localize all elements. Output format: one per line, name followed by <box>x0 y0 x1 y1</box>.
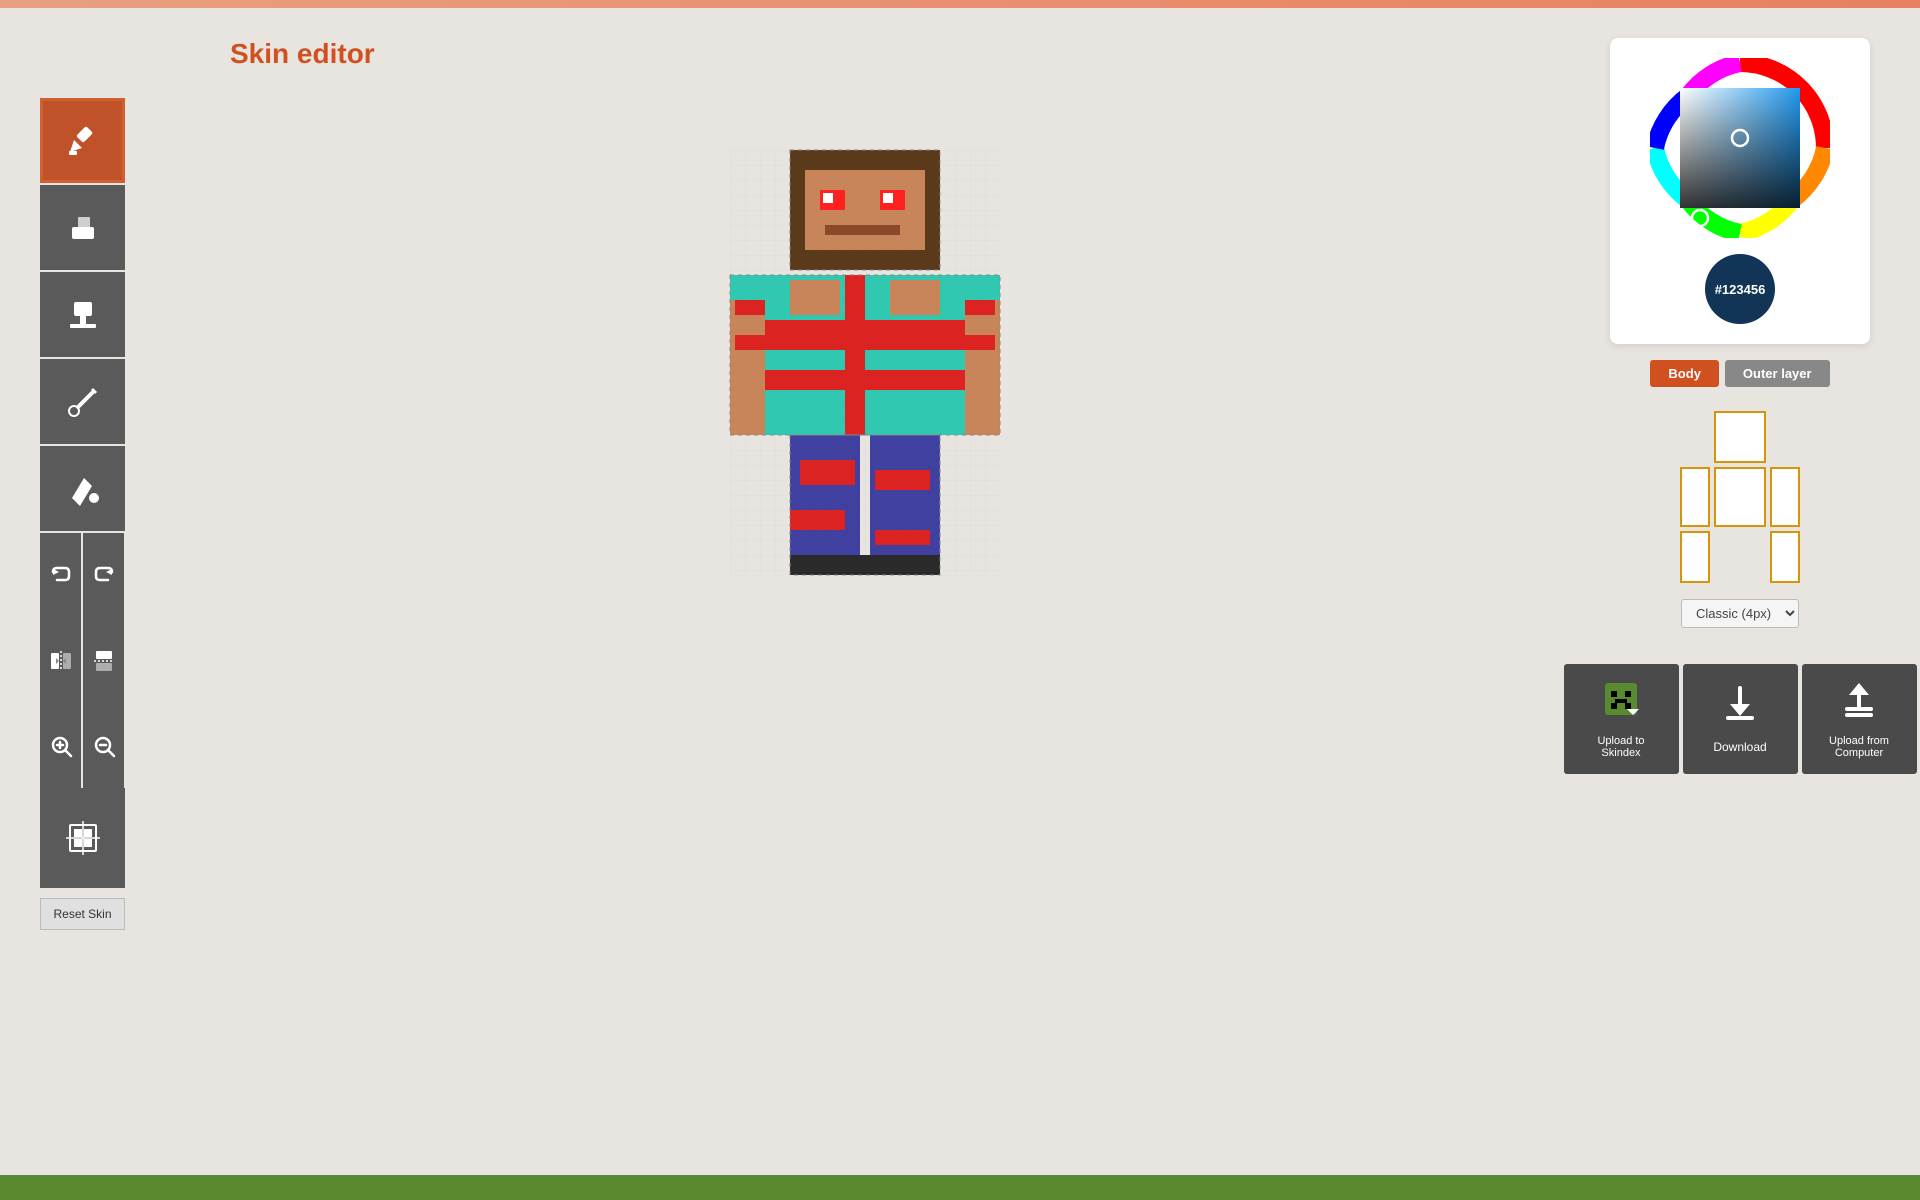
head-row <box>1714 411 1766 463</box>
upload-computer-label: Upload fromComputer <box>1829 735 1889 759</box>
legs-row <box>1680 531 1800 583</box>
head-part[interactable] <box>1714 411 1766 463</box>
torso-part[interactable] <box>1714 467 1766 527</box>
upload-computer-button[interactable]: Upload fromComputer <box>1802 664 1917 774</box>
skin-type-dropdown[interactable]: Classic (4px) Slim (3px) <box>1681 599 1799 628</box>
body-parts-grid <box>1680 411 1800 583</box>
outer-layer-tab[interactable]: Outer layer <box>1725 360 1830 387</box>
undo-redo-pair <box>40 533 130 618</box>
download-label: Download <box>1713 740 1766 754</box>
page-title: Skin editor <box>230 38 375 70</box>
torso-row <box>1680 467 1800 527</box>
eyedropper-tool[interactable] <box>40 359 125 444</box>
layers-button[interactable] <box>40 788 125 888</box>
right-arm-part[interactable] <box>1770 467 1800 527</box>
bottom-bar <box>0 1175 1920 1200</box>
upload-computer-icon <box>1839 679 1879 727</box>
color-preview[interactable]: #123456 <box>1705 254 1775 324</box>
left-arm-part[interactable] <box>1680 467 1710 527</box>
zoom-in-button[interactable] <box>40 703 81 788</box>
action-buttons: Upload toSkindex Download <box>1564 664 1917 774</box>
mirror-h-button[interactable] <box>40 618 81 703</box>
color-wheel[interactable] <box>1650 58 1830 238</box>
mirror-pair <box>40 618 130 703</box>
right-panel: #123456 Body Outer layer <box>1600 38 1880 1170</box>
layer-tabs: Body Outer layer <box>1650 360 1829 387</box>
redo-button[interactable] <box>83 533 124 618</box>
color-wheel-container: #123456 <box>1610 38 1870 344</box>
zoom-pair <box>40 703 130 788</box>
skin-canvas[interactable] <box>625 90 1105 650</box>
toolbar: Reset Skin <box>40 98 130 1170</box>
upload-skindex-icon <box>1601 679 1641 727</box>
undo-button[interactable] <box>40 533 81 618</box>
download-button[interactable]: Download <box>1683 664 1798 774</box>
reset-skin-button[interactable]: Reset Skin <box>40 898 125 930</box>
download-icon <box>1720 684 1760 732</box>
color-hex-value: #123456 <box>1715 282 1766 297</box>
left-leg-part[interactable] <box>1680 531 1710 583</box>
mirror-v-button[interactable] <box>83 618 124 703</box>
upload-skindex-button[interactable]: Upload toSkindex <box>1564 664 1679 774</box>
body-tab[interactable]: Body <box>1650 360 1719 387</box>
stamp-tool[interactable] <box>40 272 125 357</box>
upload-skindex-label: Upload toSkindex <box>1597 735 1644 759</box>
right-leg-part[interactable] <box>1770 531 1800 583</box>
zoom-out-button[interactable] <box>83 703 124 788</box>
top-bar <box>0 0 1920 8</box>
pencil-tool[interactable] <box>40 98 125 183</box>
eraser-tool[interactable] <box>40 185 125 270</box>
fill-tool[interactable] <box>40 446 125 531</box>
center-area: Skin editor <box>150 38 1580 1170</box>
